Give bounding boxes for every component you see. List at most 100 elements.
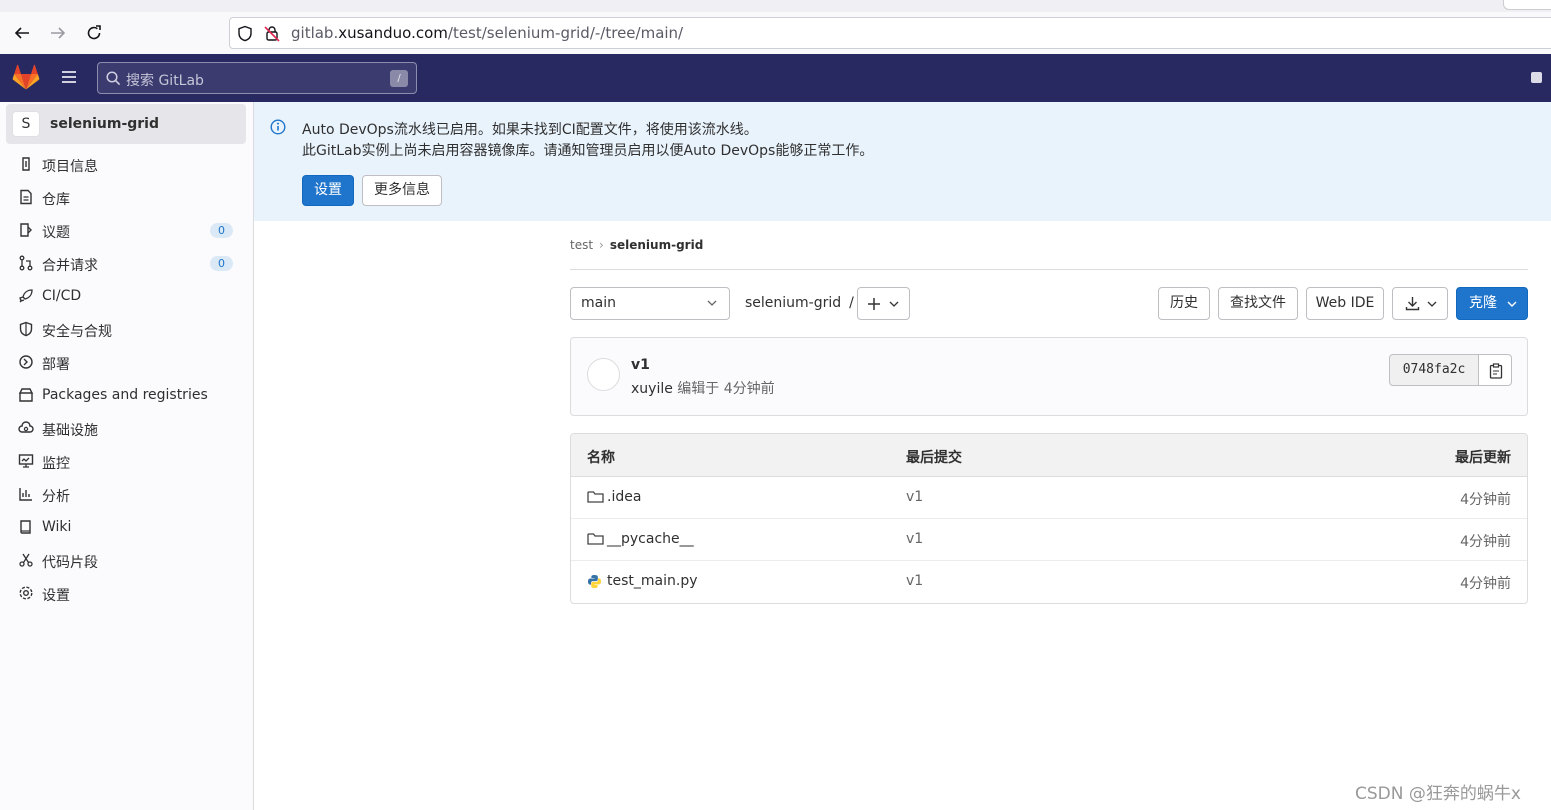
file-last-commit-link[interactable]: v1 bbox=[906, 489, 923, 505]
sidebar-item-label: 设置 bbox=[42, 588, 70, 604]
commit-author-avatar[interactable] bbox=[587, 358, 620, 391]
sidebar-item-settings[interactable]: 设置 bbox=[0, 577, 254, 610]
search-icon bbox=[106, 71, 121, 86]
file-name-link[interactable]: __pycache__ bbox=[607, 531, 694, 547]
file-name-link[interactable]: test_main.py bbox=[607, 573, 698, 589]
last-commit-panel: v1 xuyile 编辑于 4分钟前 0748fa2c bbox=[570, 337, 1528, 416]
repo-path: selenium-grid / bbox=[745, 295, 854, 311]
project-sidebar: S selenium-grid 项目信息 仓库 议题 0 合并请求 0 CI/C… bbox=[0, 102, 254, 810]
sidebar-item-infrastructure[interactable]: 基础设施 bbox=[0, 412, 254, 445]
file-last-update: 4分钟前 bbox=[1460, 576, 1511, 592]
gitlab-logo-icon[interactable] bbox=[12, 64, 40, 91]
breadcrumb-current-link[interactable]: selenium-grid bbox=[610, 238, 703, 252]
document-icon bbox=[18, 189, 34, 205]
commit-time: 编辑于 4分钟前 bbox=[672, 381, 775, 397]
column-header-name: 名称 bbox=[587, 450, 615, 466]
monitor-icon bbox=[18, 453, 34, 469]
sidebar-item-cicd[interactable]: CI/CD bbox=[0, 280, 254, 313]
shield-outline-icon[interactable] bbox=[237, 25, 253, 42]
sidebar-item-label: 基础设施 bbox=[42, 423, 98, 439]
package-icon bbox=[18, 387, 34, 403]
copy-sha-button[interactable] bbox=[1478, 354, 1512, 386]
browser-tab-edge[interactable] bbox=[1503, 0, 1551, 10]
sidebar-item-label: 监控 bbox=[42, 456, 70, 472]
alert-message-line2: 此GitLab实例上尚未启用容器镜像库。请通知管理员启用以便Auto DevOp… bbox=[302, 143, 874, 159]
commit-author-link[interactable]: xuyile bbox=[631, 381, 673, 397]
sidebar-item-project-info[interactable]: 项目信息 bbox=[0, 148, 254, 181]
alert-settings-button[interactable]: 设置 bbox=[302, 175, 354, 206]
sidebar-item-security[interactable]: 安全与合规 bbox=[0, 313, 254, 346]
rocket-icon bbox=[18, 288, 34, 304]
sidebar-item-merge-requests[interactable]: 合并请求 0 bbox=[0, 247, 254, 280]
search-placeholder: 搜索 GitLab bbox=[126, 73, 204, 89]
table-row[interactable]: .idea v1 4分钟前 bbox=[571, 477, 1527, 519]
commit-sha-button[interactable]: 0748fa2c bbox=[1389, 354, 1479, 386]
repo-path-root-link[interactable]: selenium-grid bbox=[745, 295, 841, 311]
project-name: selenium-grid bbox=[50, 116, 159, 132]
header-expand-icon[interactable] bbox=[1531, 72, 1542, 83]
shield-icon bbox=[18, 321, 34, 337]
sidebar-item-analytics[interactable]: 分析 bbox=[0, 478, 254, 511]
chart-icon bbox=[18, 486, 34, 502]
find-file-button[interactable]: 查找文件 bbox=[1218, 287, 1298, 320]
history-button[interactable]: 历史 bbox=[1158, 287, 1210, 320]
folder-icon bbox=[587, 532, 604, 546]
breadcrumb-parent-link[interactable]: test bbox=[570, 238, 593, 252]
sidebar-item-issues[interactable]: 议题 0 bbox=[0, 214, 254, 247]
forward-arrow-icon[interactable] bbox=[47, 22, 69, 44]
file-last-update: 4分钟前 bbox=[1460, 534, 1511, 550]
watermark: CSDN @狂奔的蜗牛x bbox=[1355, 784, 1521, 804]
sidebar-item-label: 项目信息 bbox=[42, 159, 98, 175]
sidebar-item-snippets[interactable]: 代码片段 bbox=[0, 544, 254, 577]
sidebar-item-repository[interactable]: 仓库 bbox=[0, 181, 254, 214]
column-header-last-commit: 最后提交 bbox=[906, 450, 962, 466]
sidebar-item-wiki[interactable]: Wiki bbox=[0, 511, 254, 544]
table-row[interactable]: test_main.py v1 4分钟前 bbox=[571, 561, 1527, 603]
merge-requests-count-badge: 0 bbox=[210, 256, 233, 271]
search-input[interactable]: 搜索 GitLab / bbox=[97, 62, 417, 94]
commit-meta: xuyile 编辑于 4分钟前 bbox=[631, 378, 775, 398]
sidebar-item-label: 部署 bbox=[42, 357, 70, 373]
branch-selector[interactable]: main bbox=[570, 287, 730, 320]
hamburger-menu-icon[interactable] bbox=[60, 69, 78, 85]
breadcrumb-divider bbox=[570, 269, 1528, 270]
sidebar-item-label: 议题 bbox=[42, 225, 70, 241]
url-text: gitlab.xusanduo.com/test/selenium-grid/-… bbox=[291, 24, 684, 42]
alert-more-info-button[interactable]: 更多信息 bbox=[362, 175, 442, 206]
insecure-lock-icon[interactable] bbox=[264, 25, 280, 42]
file-last-commit-link[interactable]: v1 bbox=[906, 573, 923, 589]
file-last-update: 4分钟前 bbox=[1460, 492, 1511, 508]
project-avatar: S bbox=[12, 111, 40, 137]
add-to-tree-dropdown[interactable] bbox=[857, 287, 910, 320]
search-shortcut-hint: / bbox=[390, 70, 408, 87]
sidebar-item-label: 仓库 bbox=[42, 192, 70, 208]
issues-count-badge: 0 bbox=[210, 223, 233, 238]
commit-title-link[interactable]: v1 bbox=[631, 357, 650, 373]
sidebar-item-monitor[interactable]: 监控 bbox=[0, 445, 254, 478]
download-dropdown[interactable] bbox=[1392, 287, 1448, 320]
chevron-right-icon: › bbox=[599, 238, 604, 252]
web-ide-button[interactable]: Web IDE bbox=[1306, 287, 1384, 320]
table-row[interactable]: __pycache__ v1 4分钟前 bbox=[571, 519, 1527, 561]
alert-message-line1: Auto DevOps流水线已启用。如果未找到CI配置文件，将使用该流水线。 bbox=[302, 122, 758, 138]
sidebar-item-label: 代码片段 bbox=[42, 555, 98, 571]
address-bar[interactable]: gitlab.xusanduo.com/test/selenium-grid/-… bbox=[229, 17, 1551, 49]
gear-icon bbox=[18, 585, 34, 601]
chevron-down-icon bbox=[1507, 301, 1517, 307]
merge-request-icon bbox=[18, 255, 34, 271]
sidebar-item-label: Packages and registries bbox=[42, 387, 208, 403]
sidebar-project-header[interactable]: S selenium-grid bbox=[6, 104, 246, 144]
sidebar-item-deploy[interactable]: 部署 bbox=[0, 346, 254, 379]
file-table-header: 名称 最后提交 最后更新 bbox=[571, 434, 1527, 477]
back-arrow-icon[interactable] bbox=[11, 22, 33, 44]
info-icon bbox=[270, 119, 286, 135]
file-name-link[interactable]: .idea bbox=[607, 489, 641, 505]
reload-icon[interactable] bbox=[83, 22, 105, 44]
clone-dropdown-button[interactable]: 克隆 bbox=[1456, 287, 1528, 320]
sidebar-item-label: 安全与合规 bbox=[42, 324, 112, 340]
sidebar-item-label: Wiki bbox=[42, 519, 72, 535]
column-header-last-update: 最后更新 bbox=[1455, 450, 1511, 466]
sidebar-item-packages[interactable]: Packages and registries bbox=[0, 379, 254, 412]
file-last-commit-link[interactable]: v1 bbox=[906, 531, 923, 547]
python-file-icon bbox=[587, 574, 602, 589]
